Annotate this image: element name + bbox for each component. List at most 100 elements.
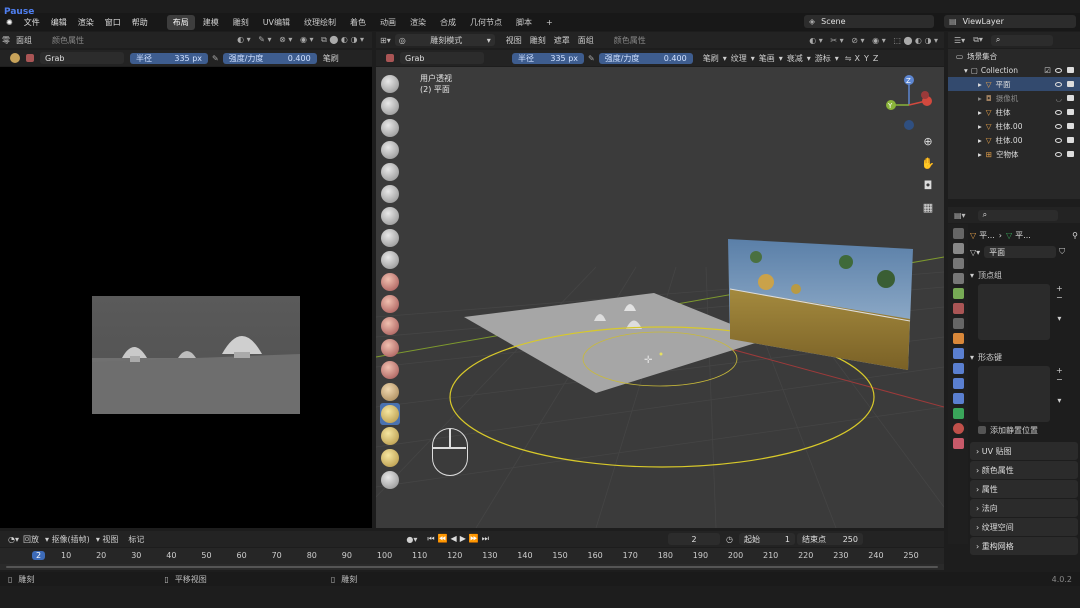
tool-tab-icon[interactable] — [952, 228, 964, 239]
menu-mask[interactable]: 遮罩 — [554, 35, 570, 46]
brush-icon[interactable] — [10, 53, 20, 63]
outliner-item-cylinder-001[interactable]: ▸ ▽ 柱体.00 — [948, 119, 1080, 133]
menu-brush[interactable]: 笔刷 — [703, 53, 719, 64]
blender-logo-icon[interactable]: ✺ — [6, 18, 13, 27]
material-tab-icon[interactable] — [952, 423, 964, 434]
axis-z[interactable]: Z — [873, 54, 878, 63]
add-workspace-button[interactable]: + — [540, 16, 559, 29]
render-icon[interactable] — [1067, 123, 1074, 129]
checkbox-icon[interactable]: ☑ — [1044, 66, 1051, 75]
menu-cursor[interactable]: 游标 — [815, 53, 831, 64]
grid-icon[interactable]: ▦ — [920, 197, 936, 219]
tool-fill-icon[interactable] — [380, 315, 400, 337]
add-button[interactable]: + — [1056, 366, 1063, 375]
add-button[interactable]: + — [1056, 284, 1063, 293]
tool-smooth-icon[interactable] — [380, 271, 400, 293]
menu-falloff[interactable]: 衰减 — [787, 53, 803, 64]
left-brush-name[interactable]: Grab — [40, 52, 124, 64]
left-header-tools-icon[interactable]: ◐ ▾ ✎ ▾ ⊗ ▾ ◉ ▾ ⧉ ⬤ ◐ ◑ ▾ — [237, 35, 364, 45]
left-brush-menu[interactable]: 笔刷 — [323, 53, 339, 64]
menu-texture[interactable]: 纹理 — [731, 53, 747, 64]
playback-controls[interactable]: ⏮⏪◀▶⏩⏭ — [427, 534, 492, 544]
pen-pressure-icon[interactable]: ✎ — [212, 54, 219, 63]
pin-icon[interactable]: ⚲ — [1072, 231, 1078, 240]
particles-tab-icon[interactable] — [952, 363, 964, 374]
tool-clay-thumb-icon[interactable] — [380, 161, 400, 183]
tool-clay-strips-icon[interactable] — [380, 139, 400, 161]
tab-layout[interactable]: 布局 — [166, 14, 195, 30]
panel-remesh[interactable]: › 重构网格 — [970, 537, 1078, 555]
constraints-tab-icon[interactable] — [952, 393, 964, 404]
shape-keys-header[interactable]: ▾ 形态键 — [970, 348, 1078, 366]
zoom-icon[interactable]: ⊕ — [920, 131, 936, 153]
modifier-tab-icon[interactable] — [952, 348, 964, 359]
vertex-groups-header[interactable]: ▾ 顶点组 — [970, 266, 1078, 284]
panel-normals[interactable]: › 法向 — [970, 499, 1078, 517]
eye-icon[interactable] — [1055, 67, 1062, 73]
tab-compositing[interactable]: 合成 — [434, 15, 462, 30]
left-header-item-2[interactable]: 颜色属性 — [52, 35, 84, 46]
properties-search[interactable]: ⌕ — [977, 209, 1058, 221]
timer-icon[interactable]: ◷ — [726, 535, 733, 544]
pan-hand-icon[interactable]: ✋ — [920, 153, 936, 175]
tool-layer-icon[interactable] — [380, 183, 400, 205]
timeline-scrollbar[interactable] — [0, 564, 944, 570]
menu-render[interactable]: 渲染 — [78, 17, 94, 28]
scene-field[interactable]: ◈ Scene — [804, 15, 934, 28]
tool-crease-icon[interactable] — [380, 249, 400, 271]
render-icon[interactable] — [1067, 137, 1074, 143]
3d-viewport[interactable]: ✛ 用户透视 (2) 平面 Z Y ⊕ ✋ ◘ ▦ — [376, 67, 944, 528]
filter-icon[interactable]: ⧉▾ — [973, 35, 983, 45]
menu-color-attr[interactable]: 颜色属性 — [614, 35, 646, 46]
tab-rendering[interactable]: 渲染 — [404, 15, 432, 30]
tab-texture-paint[interactable]: 纹理绘制 — [298, 15, 342, 30]
menu-stroke[interactable]: 笔画 — [759, 53, 775, 64]
current-frame-field[interactable]: 2 — [668, 533, 721, 545]
tool-scrape-icon[interactable] — [380, 337, 400, 359]
left-strength-slider[interactable]: 强度/力度 0.400 — [222, 52, 317, 64]
tab-scripting[interactable]: 脚本 — [510, 15, 538, 30]
vertex-group-list[interactable] — [978, 284, 1050, 340]
view-layer-tab-icon[interactable] — [952, 273, 964, 284]
tab-sculpting[interactable]: 雕刻 — [227, 15, 255, 30]
tool-inflate-icon[interactable] — [380, 205, 400, 227]
menu-help[interactable]: 帮助 — [132, 17, 148, 28]
menu-sculpt[interactable]: 雕刻 — [530, 35, 546, 46]
timeline-ruler[interactable]: 2 10 20 30 40 50 60 70 80 90 100 110 120 130 140 150 160… — [0, 548, 944, 564]
world-tab-icon[interactable] — [952, 303, 964, 314]
axis-y[interactable]: Y — [864, 54, 869, 63]
output-tab-icon[interactable] — [952, 258, 964, 269]
vp-radius-slider[interactable]: 半径 335 px — [512, 52, 584, 64]
tool-draw-sharp-icon[interactable] — [380, 95, 400, 117]
menu-down-icon[interactable]: ▾ — [1056, 396, 1063, 405]
tab-geometry-nodes[interactable]: 几何节点 — [464, 15, 508, 30]
clock-icon[interactable]: ◔▾ — [8, 535, 19, 544]
tab-shading[interactable]: 着色 — [344, 15, 372, 30]
vp-brush-name[interactable]: Grab — [400, 52, 484, 64]
menu-view[interactable]: 视图 — [102, 534, 118, 545]
tool-blob-icon[interactable] — [380, 227, 400, 249]
collection-tab-icon[interactable] — [952, 318, 964, 329]
tool-thumb-icon[interactable] — [380, 469, 400, 491]
object-tab-icon[interactable] — [952, 333, 964, 344]
tool-pinch-icon[interactable] — [380, 381, 400, 403]
tool-multiplane-scrape-icon[interactable] — [380, 359, 400, 381]
tool-grab-icon[interactable] — [380, 403, 400, 425]
panel-texture-space[interactable]: › 纹理空间 — [970, 518, 1078, 536]
vp-strength-slider[interactable]: 强度/力度 0.400 — [598, 52, 693, 64]
current-frame-marker[interactable]: 2 — [32, 551, 46, 560]
tab-modeling[interactable]: 建模 — [197, 15, 225, 30]
menu-playback[interactable]: 回放 — [23, 534, 39, 545]
panel-uv-maps[interactable]: › UV 贴图 — [970, 442, 1078, 460]
tool-snake-hook-icon[interactable] — [380, 447, 400, 469]
tool-draw-icon[interactable] — [380, 73, 400, 95]
tab-uv-editing[interactable]: UV编辑 — [257, 15, 296, 30]
render-icon[interactable] — [1067, 95, 1074, 101]
render-tab-icon[interactable] — [952, 243, 964, 254]
eye-icon[interactable] — [1055, 109, 1062, 115]
menu-window[interactable]: 窗口 — [105, 17, 121, 28]
texture-tab-icon[interactable] — [952, 438, 964, 449]
shape-key-list[interactable] — [978, 366, 1050, 422]
add-rest-position-row[interactable]: 添加静置位置 — [978, 422, 1078, 438]
shield-icon[interactable]: ⛉ — [1059, 247, 1065, 257]
